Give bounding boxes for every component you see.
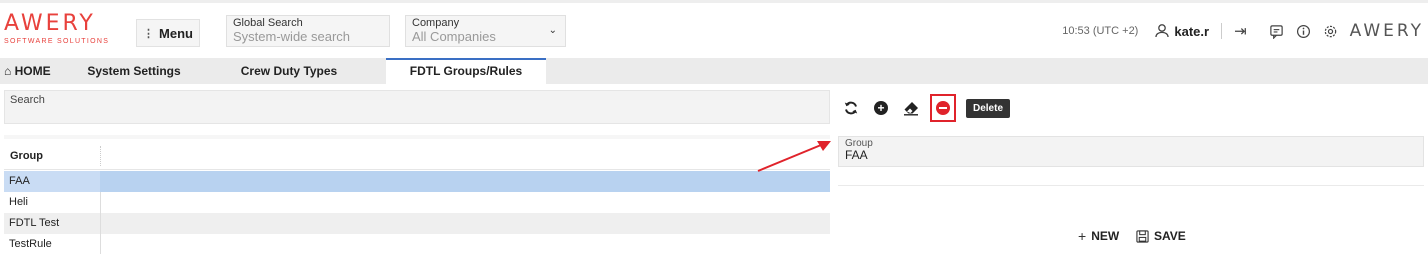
menu-label: Menu xyxy=(159,25,193,41)
group-field-value: FAA xyxy=(845,148,868,162)
table-cell: FDTL Test xyxy=(9,217,60,229)
refresh-icon xyxy=(844,101,858,115)
tab-system-settings[interactable]: System Settings xyxy=(78,58,190,84)
add-button[interactable]: + xyxy=(868,95,894,121)
table-cell: FAA xyxy=(9,175,30,187)
save-label: SAVE xyxy=(1154,229,1186,243)
column-header-group[interactable]: Group xyxy=(10,150,43,162)
add-icon: + xyxy=(874,101,888,115)
gear-icon[interactable] xyxy=(1323,24,1338,39)
column-resize-handle[interactable] xyxy=(100,146,101,166)
table-row[interactable]: TestRule xyxy=(4,234,830,254)
search-label: Search xyxy=(10,94,45,106)
group-field[interactable]: Group FAA xyxy=(838,136,1424,167)
global-search-input[interactable]: Global Search System-wide search xyxy=(226,15,390,47)
logout-icon[interactable]: ⇥ xyxy=(1234,22,1247,40)
annotation-arrow xyxy=(757,141,831,172)
delete-tooltip: Delete xyxy=(966,98,1011,118)
table-cell: TestRule xyxy=(9,238,52,250)
save-button[interactable]: SAVE xyxy=(1136,224,1186,248)
tab-home-label: HOME xyxy=(14,64,51,78)
search-input[interactable]: Search xyxy=(4,90,830,124)
column-divider xyxy=(100,192,101,213)
user-icon xyxy=(1155,24,1170,38)
chat-icon[interactable] xyxy=(1269,24,1284,39)
chevron-down-icon: ⌄ xyxy=(548,25,557,36)
new-label: NEW xyxy=(1091,229,1120,243)
delete-icon xyxy=(936,101,950,115)
tab-bar: ⌂ HOME System Settings Crew Duty Types F… xyxy=(0,58,1428,84)
brand-logo-small: AWERY xyxy=(1349,21,1424,41)
logo-subtitle: SOFTWARE SOLUTIONS xyxy=(4,38,110,45)
app-header: AWERY SOFTWARE SOLUTIONS ⋮ Menu Global S… xyxy=(0,0,1428,56)
global-search-placeholder: System-wide search xyxy=(233,29,351,44)
table-row[interactable]: FAA xyxy=(4,171,830,192)
info-icon[interactable] xyxy=(1296,24,1311,39)
table-row[interactable]: Heli xyxy=(4,192,830,213)
company-select[interactable]: Company All Companies ⌄ xyxy=(405,15,566,47)
header-right: 10:53 (UTC +2) kate.r ⇥ AWERY xyxy=(1062,17,1424,45)
company-logo[interactable]: AWERY SOFTWARE SOLUTIONS xyxy=(4,11,110,46)
company-label: Company xyxy=(412,17,460,29)
table-cell: Heli xyxy=(9,196,28,208)
column-divider xyxy=(100,213,101,234)
user-menu[interactable]: kate.r xyxy=(1154,23,1223,39)
menu-dots-icon: ⋮ xyxy=(143,27,155,40)
clear-button[interactable] xyxy=(898,95,924,121)
company-value: All Companies xyxy=(412,29,496,44)
table-row[interactable]: FDTL Test xyxy=(4,213,830,234)
global-search-label: Global Search xyxy=(233,17,303,29)
tab-fdtl-groups-rules[interactable]: FDTL Groups/Rules xyxy=(386,58,546,84)
grid-toolbar-strip xyxy=(4,135,830,139)
refresh-button[interactable] xyxy=(838,95,864,121)
delete-button[interactable] xyxy=(930,94,956,122)
save-icon xyxy=(1136,229,1149,243)
tab-home[interactable]: ⌂ HOME xyxy=(4,58,74,84)
new-button[interactable]: + NEW xyxy=(1078,224,1119,248)
plus-icon: + xyxy=(1078,228,1087,244)
clock-time: 10:53 (UTC +2) xyxy=(1062,25,1139,37)
eraser-icon xyxy=(904,102,918,116)
grid-header: Group xyxy=(4,140,830,170)
form-divider xyxy=(838,185,1424,186)
tab-crew-duty-types[interactable]: Crew Duty Types xyxy=(196,58,382,84)
username: kate.r xyxy=(1174,23,1210,39)
column-divider xyxy=(100,234,101,254)
home-icon: ⌂ xyxy=(4,64,12,78)
logo-text: AWERY xyxy=(4,11,96,36)
record-toolbar: + Delete xyxy=(838,93,1011,123)
group-field-label: Group xyxy=(845,138,873,149)
menu-button[interactable]: ⋮ Menu xyxy=(136,19,200,47)
